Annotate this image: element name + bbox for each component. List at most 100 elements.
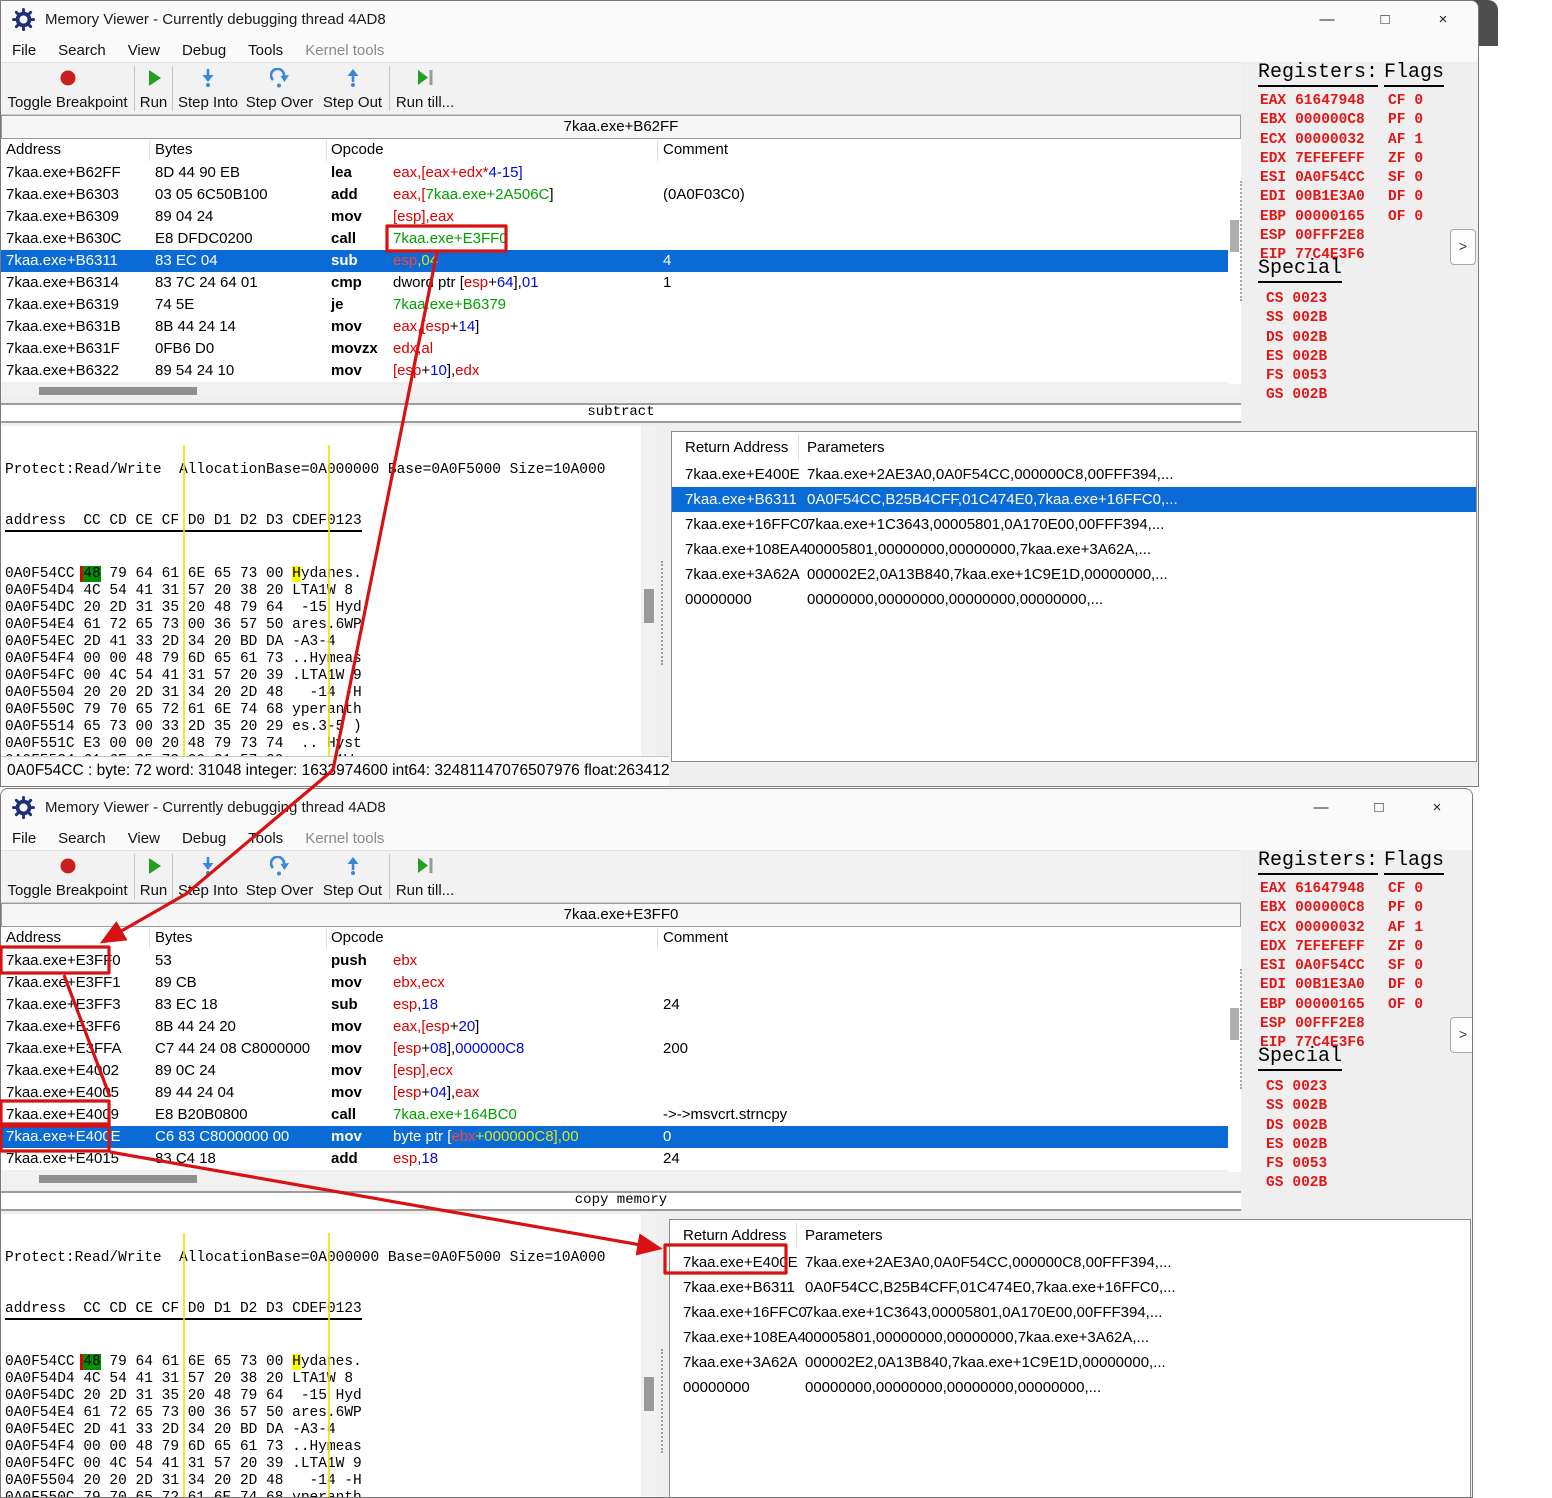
memory-scroll-thumb[interactable] (644, 589, 654, 623)
disasm-row[interactable]: 7kaa.exe+E3FF68B 44 24 20moveax,[esp+20] (1, 1016, 1241, 1038)
step-out-button[interactable]: Step Out (316, 851, 389, 902)
disasm-row[interactable]: 7kaa.exe+B632289 54 24 10mov[esp+10],edx (1, 360, 1241, 382)
disasm-row[interactable]: 7kaa.exe+E400589 44 24 04mov[esp+04],eax (1, 1082, 1241, 1104)
menu-debug[interactable]: Debug (171, 829, 237, 848)
disasm-hscrollbar[interactable] (1, 384, 1241, 397)
memory-hex-view[interactable]: Protect:Read/Write AllocationBase=0A0000… (1, 426, 641, 756)
menu-search[interactable]: Search (47, 829, 117, 848)
stack-row[interactable]: 7kaa.exe+108EA400005801,00000000,0000000… (670, 1325, 1470, 1350)
title-bar[interactable]: Memory Viewer - Currently debugging thre… (1, 1, 1478, 38)
step-out-button[interactable]: Step Out (316, 63, 389, 114)
memory-row[interactable]: 0A0F5514 65 73 00 33 2D 35 20 29 es.3-5 … (5, 719, 641, 736)
memory-row[interactable]: 0A0F54DC 20 2D 31 35 20 48 79 64 -15 Hyd (5, 1388, 641, 1405)
memory-row[interactable]: 0A0F54D4 4C 54 41 31 57 20 38 20 LTA1W 8 (5, 583, 641, 600)
minimize-button[interactable]: — (1298, 1, 1356, 38)
menu-tools[interactable]: Tools (237, 829, 294, 848)
run-button[interactable]: Run (135, 63, 172, 114)
menu-kernel-tools[interactable]: Kernel tools (294, 829, 395, 848)
step-over-button[interactable]: Step Over (243, 851, 316, 902)
disasm-hscrollbar[interactable] (1, 1172, 1241, 1185)
expand-registers-button[interactable]: > (1450, 229, 1476, 265)
col-address[interactable]: Address (6, 141, 61, 158)
memory-row[interactable]: 0A0F54CC 48 79 64 61 6E 65 73 00 Hydanes… (5, 1354, 641, 1371)
memory-row[interactable]: 0A0F54FC 00 4C 54 41 31 57 20 39 .LTA1W … (5, 668, 641, 685)
disasm-row[interactable]: 7kaa.exe+E400EC6 83 C8000000 00movbyte p… (1, 1126, 1241, 1148)
hscroll-thumb[interactable] (39, 1175, 197, 1183)
disasm-row[interactable]: 7kaa.exe+E3FF189 CBmovebx,ecx (1, 972, 1241, 994)
expand-registers-button[interactable]: > (1450, 1017, 1473, 1053)
disasm-row[interactable]: 7kaa.exe+B631183 EC 04subesp,044 (1, 250, 1241, 272)
memory-row[interactable]: 0A0F5504 20 20 2D 31 34 20 2D 48 -14 -H (5, 1473, 641, 1490)
maximize-button[interactable]: □ (1350, 789, 1408, 826)
maximize-button[interactable]: □ (1356, 1, 1414, 38)
disasm-row[interactable]: 7kaa.exe+B630989 04 24mov[esp],eax (1, 206, 1241, 228)
col-comment[interactable]: Comment (663, 929, 728, 946)
menu-kernel-tools[interactable]: Kernel tools (294, 41, 395, 60)
registers-splitter[interactable] (1240, 181, 1242, 301)
step-into-button[interactable]: Step Into (173, 851, 243, 902)
disasm-row[interactable]: 7kaa.exe+B630CE8 DFDC0200call7kaa.exe+E3… (1, 228, 1241, 250)
memory-row[interactable]: 0A0F54E4 61 72 65 73 00 36 57 50 ares.6W… (5, 617, 641, 634)
run-till-button[interactable]: Run till... (390, 63, 460, 114)
memory-row[interactable]: 0A0F54D4 4C 54 41 31 57 20 38 20 LTA1W 8 (5, 1371, 641, 1388)
stack-row[interactable]: 7kaa.exe+E400E7kaa.exe+2AE3A0,0A0F54CC,0… (670, 1250, 1470, 1275)
memory-row[interactable]: 0A0F54EC 2D 41 33 2D 34 20 BD DA -A3-4 (5, 634, 641, 651)
memory-row[interactable]: 0A0F54F4 00 00 48 79 6D 65 61 73 ..Hymea… (5, 651, 641, 668)
splitter-handle[interactable] (661, 1349, 663, 1453)
hscroll-thumb[interactable] (39, 387, 197, 395)
close-button[interactable]: × (1408, 789, 1466, 826)
toggle-breakpoint-button[interactable]: Toggle Breakpoint (1, 63, 134, 114)
col-address[interactable]: Address (6, 929, 61, 946)
stack-row[interactable]: 7kaa.exe+16FFC07kaa.exe+1C3643,00005801,… (670, 1300, 1470, 1325)
run-till-button[interactable]: Run till... (390, 851, 460, 902)
splitter-handle[interactable] (661, 561, 663, 665)
title-bar[interactable]: Memory Viewer - Currently debugging thre… (1, 789, 1472, 826)
memory-row[interactable]: 0A0F54DC 20 2D 31 35 20 48 79 64 -15 Hyd (5, 600, 641, 617)
toggle-breakpoint-button[interactable]: Toggle Breakpoint (1, 851, 134, 902)
stack-row[interactable]: 7kaa.exe+16FFC07kaa.exe+1C3643,00005801,… (672, 512, 1476, 537)
step-over-button[interactable]: Step Over (243, 63, 316, 114)
stack-row[interactable]: 0000000000000000,00000000,00000000,00000… (670, 1375, 1470, 1400)
memory-hex-view[interactable]: Protect:Read/Write AllocationBase=0A0000… (1, 1214, 641, 1498)
col-return-address[interactable]: Return Address (683, 1227, 786, 1244)
menu-view[interactable]: View (117, 41, 171, 60)
disasm-row[interactable]: 7kaa.exe+E400289 0C 24mov[esp],ecx (1, 1060, 1241, 1082)
step-into-button[interactable]: Step Into (173, 63, 243, 114)
memory-vscrollbar[interactable] (642, 426, 656, 756)
vscroll-thumb[interactable] (1230, 1008, 1239, 1040)
disasm-row[interactable]: 7kaa.exe+B630303 05 6C50B100addeax,[7kaa… (1, 184, 1241, 206)
vscroll-thumb[interactable] (1230, 220, 1239, 252)
stack-row[interactable]: 7kaa.exe+108EA400005801,00000000,0000000… (672, 537, 1476, 562)
stack-row[interactable]: 7kaa.exe+3A62A000002E2,0A13B840,7kaa.exe… (670, 1350, 1470, 1375)
disasm-row[interactable]: 7kaa.exe+B631B8B 44 24 14moveax,[esp+14] (1, 316, 1241, 338)
memory-row[interactable]: 0A0F54FC 00 4C 54 41 31 57 20 39 .LTA1W … (5, 1456, 641, 1473)
memory-row[interactable]: 0A0F551C E3 00 00 20 48 79 73 74 .. Hyst (5, 736, 641, 753)
menu-search[interactable]: Search (47, 41, 117, 60)
col-return-address[interactable]: Return Address (685, 439, 788, 456)
stack-row[interactable]: 7kaa.exe+3A62A000002E2,0A13B840,7kaa.exe… (672, 562, 1476, 587)
minimize-button[interactable]: — (1292, 789, 1350, 826)
disasm-row[interactable]: 7kaa.exe+B631F0FB6 D0movzxedx,al (1, 338, 1241, 360)
menu-tools[interactable]: Tools (237, 41, 294, 60)
stack-row[interactable]: 7kaa.exe+B63110A0F54CC,B25B4CFF,01C474E0… (670, 1275, 1470, 1300)
disasm-row[interactable]: 7kaa.exe+B631483 7C 24 64 01cmpdword ptr… (1, 272, 1241, 294)
memory-scroll-thumb[interactable] (644, 1377, 654, 1411)
disasm-row[interactable]: 7kaa.exe+E3FFAC7 44 24 08 C8000000mov[es… (1, 1038, 1241, 1060)
disasm-row[interactable]: 7kaa.exe+E3FF383 EC 18subesp,1824 (1, 994, 1241, 1016)
memory-row[interactable]: 0A0F54EC 2D 41 33 2D 34 20 BD DA -A3-4 (5, 1422, 641, 1439)
stack-row[interactable]: 7kaa.exe+E400E7kaa.exe+2AE3A0,0A0F54CC,0… (672, 462, 1476, 487)
menu-file[interactable]: File (1, 41, 47, 60)
memory-row[interactable]: 0A0F550C 79 70 65 72 61 6E 74 68 yperant… (5, 1490, 641, 1498)
disasm-row[interactable]: 7kaa.exe+B631974 5Eje7kaa.exe+B6379 (1, 294, 1241, 316)
menu-debug[interactable]: Debug (171, 41, 237, 60)
disasm-row[interactable]: 7kaa.exe+E4009E8 B20B0800call7kaa.exe+16… (1, 1104, 1241, 1126)
close-button[interactable]: × (1414, 1, 1472, 38)
menu-file[interactable]: File (1, 829, 47, 848)
menu-view[interactable]: View (117, 829, 171, 848)
run-button[interactable]: Run (135, 851, 172, 902)
registers-splitter[interactable] (1240, 969, 1242, 1089)
stack-row[interactable]: 7kaa.exe+B63110A0F54CC,B25B4CFF,01C474E0… (672, 487, 1476, 512)
stack-row[interactable]: 0000000000000000,00000000,00000000,00000… (672, 587, 1476, 612)
col-parameters[interactable]: Parameters (805, 1227, 883, 1244)
col-opcode[interactable]: Opcode (331, 141, 384, 158)
